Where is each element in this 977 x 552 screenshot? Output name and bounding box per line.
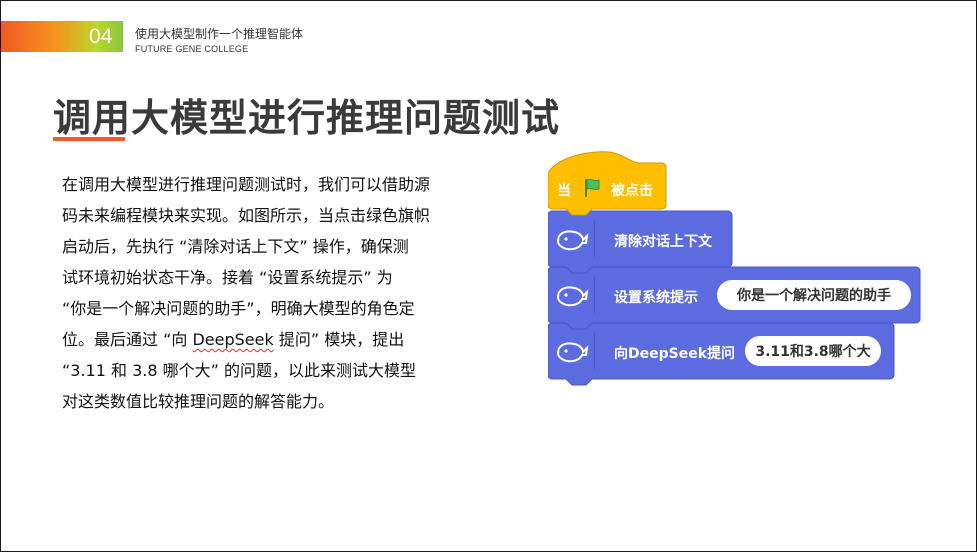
section-number: 04 [89, 25, 113, 48]
body-text-span: 位。最后通过 “向 [62, 330, 193, 349]
whale-icon [554, 277, 595, 313]
whale-icon [554, 333, 595, 369]
ask-deepseek-label: 向DeepSeek提问 [614, 346, 736, 362]
system-prompt-label: 设置系统提示 [614, 290, 698, 306]
college-name: FUTURE GENE COLLEGE [135, 44, 249, 54]
slide: 04 使用大模型制作一个推理智能体 FUTURE GENE COLLEGE 调用… [0, 0, 977, 552]
spellcheck-word: DeepSeek [192, 330, 274, 349]
title-underline [53, 137, 125, 141]
hat-when-label: 当 [557, 183, 571, 199]
body-line: 试环境初始状态干净。接着 “设置系统提示” 为 [62, 268, 393, 287]
body-line: 码未来编程模块来实现。如图所示，当点击绿色旗帜 [62, 206, 431, 225]
question-input[interactable]: 3.11和3.8哪个大 [745, 336, 881, 366]
code-blocks: 当 被点击 清除对话上下文 设置系统提示 你是一个解决问题的助手 向DeepSe… [548, 149, 928, 389]
hat-clicked-label: 被点击 [611, 183, 653, 199]
body-line: “3.11 和 3.8 哪个大” 的问题，以此来测试大模型 [62, 361, 416, 380]
section-title: 使用大模型制作一个推理智能体 [135, 27, 304, 41]
body-line: 位。最后通过 “向 DeepSeek 提问” 模块，提出 [62, 324, 452, 355]
body-line: “你是一个解决问题的助手”，明确大模型的角色定 [62, 299, 415, 318]
green-flag-icon[interactable] [581, 177, 603, 199]
body-line: 在调用大模型进行推理问题测试时，我们可以借助源 [62, 175, 431, 194]
body-text-span: 提问” 模块，提出 [273, 330, 405, 349]
body-line: 启动后，先执行 “清除对话上下文” 操作，确保测 [62, 237, 409, 256]
system-prompt-input[interactable]: 你是一个解决问题的助手 [717, 280, 911, 310]
body-line: 对这类数值比较推理问题的解答能力。 [62, 392, 335, 411]
whale-icon [554, 221, 595, 257]
page-title: 调用大模型进行推理问题测试 [53, 96, 561, 140]
body-text: 在调用大模型进行推理问题测试时，我们可以借助源 码未来编程模块来实现。如图所示，… [62, 169, 452, 417]
clear-context-label: 清除对话上下文 [614, 234, 712, 250]
